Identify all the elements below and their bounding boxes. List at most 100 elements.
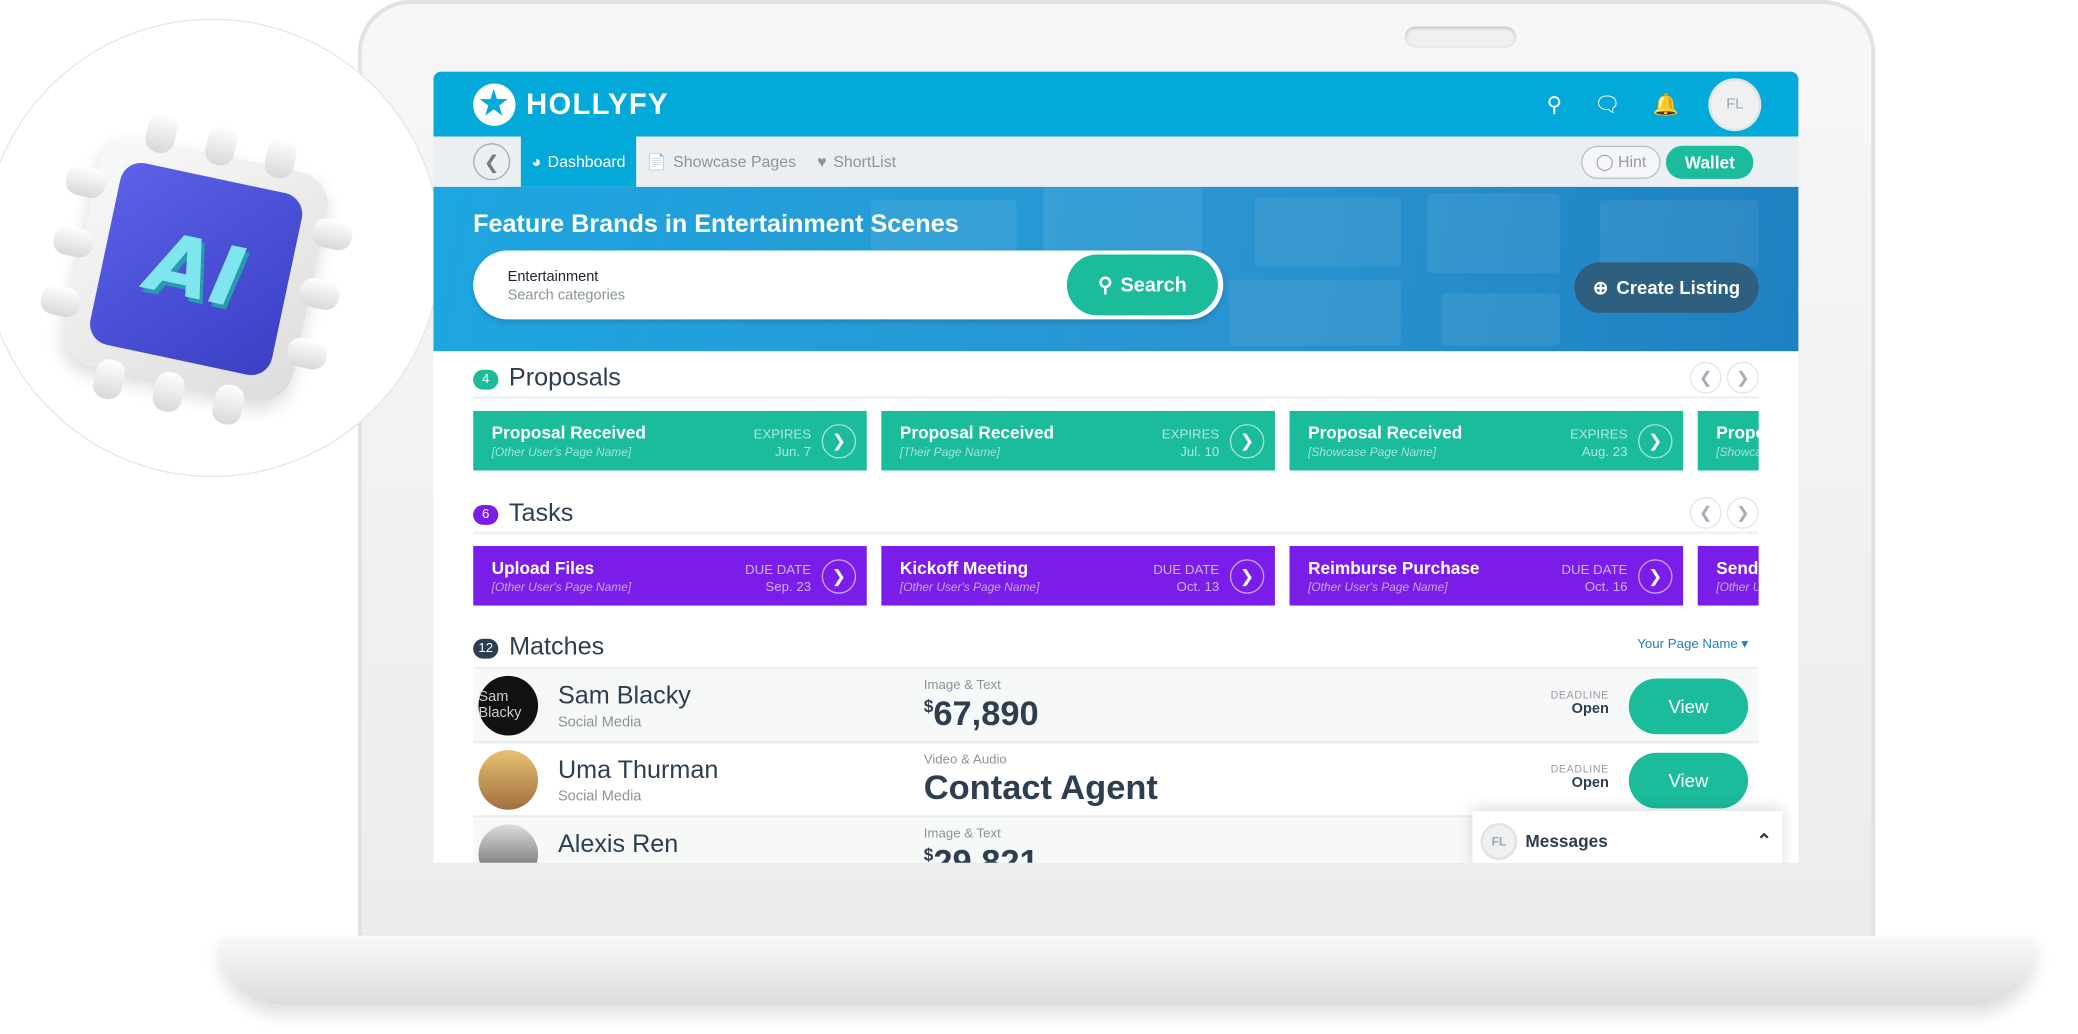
create-listing-label: Create Listing: [1616, 276, 1741, 299]
tasks-section: 6 Tasks ❮ ❯ Upload Files [Other User's Page…: [433, 496, 1798, 606]
next-arrow[interactable]: ❯: [1726, 361, 1759, 394]
lightbulb-icon: ◯: [1595, 151, 1614, 171]
hero-title: Feature Brands in Entertainment Scenes: [473, 210, 959, 239]
ai-label: AI: [140, 211, 253, 327]
messages-panel[interactable]: FL Messages ⌃: [1472, 811, 1783, 863]
category-search-field[interactable]: Entertainment Search categories ⚲ Search: [473, 250, 1224, 320]
search-button-label: Search: [1120, 273, 1187, 297]
chip-icon: AI: [38, 110, 355, 428]
task-card[interactable]: Reimburse Purchase [Other User's Page Nam…: [1289, 546, 1684, 606]
date-label: DUE DATE: [1561, 563, 1628, 578]
messages-avatar: FL: [1483, 824, 1515, 857]
proposal-card[interactable]: Proposal Received[Showcase Page Name]EXP…: [1697, 410, 1759, 471]
ai-chip-illustration: AI: [0, 19, 440, 476]
top-header: ★ HOLLYFY ⚲ 🗨 🔔 FL: [433, 71, 1799, 137]
hint-button[interactable]: ◯ Hint: [1581, 145, 1661, 179]
chevron-right-icon[interactable]: ❯: [821, 559, 857, 594]
date-value: Sep. 23: [765, 580, 812, 596]
search-icon[interactable]: ⚲: [1547, 91, 1563, 118]
match-name[interactable]: Sam Blacky: [558, 683, 691, 712]
create-listing-button[interactable]: ⊕ Create Listing: [1574, 262, 1759, 313]
matches-count: 12: [473, 638, 499, 659]
card-title: Proposal Received: [1716, 422, 1758, 443]
brand-logo[interactable]: ★ HOLLYFY: [473, 82, 669, 126]
match-category: Social Media: [557, 714, 642, 731]
section-title: Tasks: [508, 499, 574, 528]
chevron-right-icon[interactable]: ❯: [1229, 559, 1265, 594]
date-value: Oct. 16: [1584, 580, 1628, 596]
profile-avatar: [478, 823, 539, 863]
date-label: EXPIRES: [753, 428, 812, 443]
match-category: Social Media: [557, 788, 642, 805]
media-type: Video & Audio: [923, 752, 1007, 768]
profile-avatar: [478, 749, 539, 810]
proposals-section: 4 Proposals ❮ ❯ Proposal Received [Other Us…: [433, 361, 1798, 471]
proposal-card[interactable]: Proposal Received [Other User's Page Name…: [473, 410, 867, 471]
tab-dashboard[interactable]: ◕ Dashboard: [520, 136, 637, 187]
chevron-right-icon[interactable]: ❯: [1638, 559, 1673, 594]
page-name-dropdown[interactable]: Your Page Name ▾: [1637, 637, 1748, 652]
deadline-label: DEADLINE: [1550, 763, 1609, 776]
date-label: EXPIRES: [1570, 428, 1628, 443]
laptop-camera: [1404, 26, 1517, 48]
date-value: Oct. 13: [1176, 580, 1220, 596]
match-price: Contact Agent: [923, 767, 1158, 808]
date-label: DUE DATE: [745, 563, 812, 578]
search-placeholder[interactable]: Search categories: [508, 288, 626, 304]
media-type: Image & Text: [923, 678, 1001, 694]
date-value: Aug. 23: [1581, 445, 1628, 460]
date-label: EXPIRES: [1161, 428, 1220, 443]
heart-icon: ♥: [817, 152, 827, 171]
hint-label: Hint: [1617, 151, 1647, 171]
media-type: Image & Text: [923, 826, 1001, 842]
prev-arrow[interactable]: ❮: [1689, 361, 1722, 394]
search-label: Entertainment: [507, 269, 599, 285]
laptop-base: [218, 935, 2037, 1005]
match-row: Uma Thurman Social Media Video & Audio Con…: [473, 743, 1759, 818]
chevron-right-icon[interactable]: ❯: [1638, 424, 1673, 459]
tab-showcase-pages[interactable]: 📄 Showcase Pages: [636, 137, 807, 187]
app-window: ★ HOLLYFY ⚲ 🗨 🔔 FL ❮ ◕ Dashboard 📄 Showcase…: [433, 71, 1799, 863]
proposals-count: 4: [473, 369, 499, 389]
card-title: Send I: [1716, 557, 1759, 578]
tab-label: Dashboard: [547, 152, 626, 171]
chevron-right-icon[interactable]: ❯: [1229, 424, 1265, 459]
task-card[interactable]: Kickoff Meeting [Other User's Page Name] D…: [881, 546, 1275, 606]
profile-avatar: Sam Blacky: [478, 675, 539, 735]
search-button[interactable]: ⚲ Search: [1066, 254, 1218, 316]
match-row: Sam Blacky Sam Blacky Social Media Image …: [473, 669, 1759, 744]
dashboard-icon: ◕: [531, 152, 542, 171]
messages-label: Messages: [1525, 830, 1608, 851]
match-name[interactable]: Alexis Ren: [558, 831, 678, 860]
prev-arrow[interactable]: ❮: [1689, 496, 1722, 529]
proposal-card[interactable]: Proposal Received [Their Page Name] EXPIRE…: [881, 410, 1275, 471]
nav-bar: ❮ ◕ Dashboard 📄 Showcase Pages ♥ ShortList …: [433, 136, 1799, 187]
wallet-button[interactable]: Wallet: [1666, 145, 1754, 179]
deadline-value: Open: [1571, 775, 1609, 792]
task-card[interactable]: Upload Files [Other User's Page Name] DUE …: [473, 546, 867, 606]
user-avatar[interactable]: FL: [1710, 80, 1759, 128]
section-title: Matches: [509, 633, 605, 662]
chevron-right-icon[interactable]: ❯: [821, 424, 857, 459]
bell-icon[interactable]: 🔔: [1653, 91, 1679, 118]
back-button[interactable]: ❮: [473, 143, 511, 181]
card-subtitle: [Other U: [1716, 580, 1759, 594]
task-card[interactable]: Send I [Other U: [1697, 546, 1759, 606]
next-arrow[interactable]: ❯: [1726, 496, 1759, 529]
view-button[interactable]: View: [1628, 752, 1749, 809]
deadline-value: Open: [1571, 701, 1609, 717]
search-icon: ⚲: [1097, 274, 1113, 297]
chevron-up-icon[interactable]: ⌃: [1756, 830, 1772, 853]
match-name[interactable]: Uma Thurman: [558, 757, 718, 786]
view-button[interactable]: View: [1628, 678, 1749, 735]
date-value: Jun. 7: [774, 445, 812, 460]
file-icon: 📄: [646, 152, 667, 171]
brand-name: HOLLYFY: [526, 86, 669, 120]
match-price: $29,821: [923, 841, 1039, 863]
date-label: DUE DATE: [1153, 563, 1220, 578]
tab-shortlist[interactable]: ♥ ShortList: [807, 137, 907, 187]
proposal-card[interactable]: Proposal Received[Showcase Page Name]EXP…: [1289, 410, 1684, 471]
chat-icon[interactable]: 🗨: [1594, 91, 1621, 118]
tab-label: Showcase Pages: [673, 152, 797, 171]
section-title: Proposals: [508, 364, 621, 393]
